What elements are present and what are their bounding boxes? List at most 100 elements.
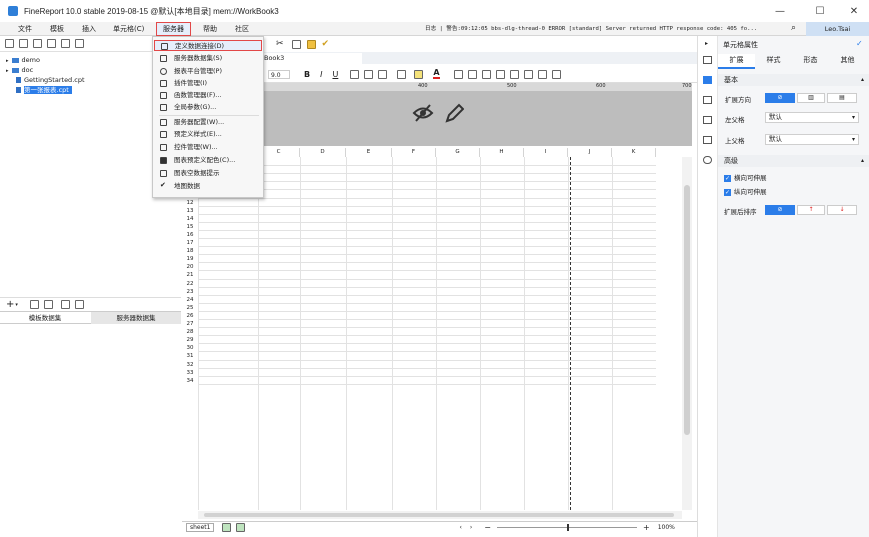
tab-other[interactable]: 其他 bbox=[829, 54, 866, 67]
tab-template-dataset[interactable]: 模板数据集 bbox=[0, 312, 90, 324]
vertical-expand-checkbox[interactable]: ✓ 纵向可伸展 bbox=[724, 188, 767, 197]
menu-chart-color-preset[interactable]: 图表预定义配色(C)... bbox=[154, 155, 262, 166]
column-header-cell[interactable]: C bbox=[258, 148, 300, 157]
chart-icon[interactable] bbox=[495, 69, 505, 79]
tree-file-first-report[interactable]: 第一张报表.cpt bbox=[16, 86, 72, 95]
menu-cell[interactable]: 单元格(C) bbox=[113, 22, 144, 36]
row-number[interactable]: 24 bbox=[182, 296, 198, 304]
row-number[interactable]: 31 bbox=[182, 352, 198, 360]
row-number[interactable]: 26 bbox=[182, 312, 198, 320]
border-icon[interactable] bbox=[397, 69, 407, 79]
menu-platform-management[interactable]: 报表平台管理(P) bbox=[154, 66, 262, 77]
subreport-icon[interactable] bbox=[537, 69, 547, 79]
row-number[interactable]: 27 bbox=[182, 320, 198, 328]
tab-expand[interactable]: 扩展 bbox=[718, 54, 755, 69]
row-number[interactable]: 17 bbox=[182, 239, 198, 247]
column-header-cell[interactable]: F bbox=[392, 148, 436, 157]
section-advanced[interactable]: 高级 ▴ bbox=[718, 155, 869, 167]
menu-global-parameters[interactable]: 全局参数(G)... bbox=[154, 102, 262, 113]
underline-button[interactable]: U bbox=[332, 70, 338, 79]
row-number[interactable]: 30 bbox=[182, 344, 198, 352]
slash-icon[interactable] bbox=[523, 69, 533, 79]
menu-chart-empty-data-tip[interactable]: 图表空数据提示 bbox=[154, 168, 262, 179]
column-header-cell[interactable]: G bbox=[436, 148, 480, 157]
formula-icon[interactable] bbox=[481, 69, 491, 79]
menu-plugin-management[interactable]: 插件管理(I) bbox=[154, 78, 262, 89]
copy-icon[interactable] bbox=[291, 39, 301, 49]
horizontal-scrollbar[interactable] bbox=[198, 511, 682, 519]
column-header-cell[interactable]: H bbox=[480, 148, 524, 157]
font-color-icon[interactable]: A bbox=[433, 69, 440, 79]
hide-eye-icon[interactable] bbox=[412, 103, 434, 123]
scrollbar-thumb[interactable] bbox=[684, 185, 690, 435]
menu-server-dataset[interactable]: 服务器数据集(S) bbox=[154, 53, 262, 64]
widget-icon[interactable] bbox=[551, 69, 561, 79]
row-number[interactable]: 14 bbox=[182, 215, 198, 223]
new-folder-icon[interactable] bbox=[5, 39, 14, 48]
row-number[interactable]: 29 bbox=[182, 336, 198, 344]
scrollbar-thumb[interactable] bbox=[204, 513, 674, 517]
left-parent-select[interactable]: 默认 ▾ bbox=[765, 112, 859, 123]
zoom-slider-handle[interactable] bbox=[567, 523, 569, 531]
hyperlink-icon[interactable] bbox=[703, 136, 712, 144]
row-number[interactable]: 33 bbox=[182, 369, 198, 377]
paste-icon[interactable] bbox=[306, 39, 316, 49]
row-number[interactable]: 28 bbox=[182, 328, 198, 336]
menu-widget-management[interactable]: 控件管理(W)... bbox=[154, 142, 262, 153]
section-basic[interactable]: 基本 ▴ bbox=[718, 74, 869, 86]
cut-icon[interactable]: ✂ bbox=[276, 39, 284, 49]
search-icon[interactable]: ⌕ bbox=[791, 23, 796, 33]
check-icon[interactable]: ✓ bbox=[856, 39, 863, 48]
preview-icon[interactable] bbox=[60, 300, 70, 309]
row-number[interactable]: 16 bbox=[182, 231, 198, 239]
next-sheet-icon[interactable]: › bbox=[470, 524, 472, 531]
column-header-cell[interactable]: E bbox=[346, 148, 392, 157]
direction-none-button[interactable]: ⊘ bbox=[765, 93, 795, 103]
menu-predefined-style[interactable]: 预定义样式(E)... bbox=[154, 129, 262, 140]
fill-color-icon[interactable] bbox=[414, 69, 424, 79]
row-number[interactable]: 12 bbox=[182, 199, 198, 207]
condition-icon[interactable] bbox=[703, 96, 712, 104]
tab-server-dataset[interactable]: 服务器数据集 bbox=[91, 312, 181, 324]
maximize-button[interactable]: ☐ bbox=[806, 0, 834, 22]
row-number[interactable]: 13 bbox=[182, 207, 198, 215]
menu-map-data[interactable]: ✔ 地图数据 bbox=[154, 181, 262, 192]
menu-define-data-connection[interactable]: 定义数据连接(D) bbox=[154, 40, 262, 51]
row-number[interactable]: 25 bbox=[182, 304, 198, 312]
user-name[interactable]: Leo.Tsai bbox=[806, 22, 869, 36]
lock-icon[interactable] bbox=[47, 39, 56, 48]
add-icon[interactable]: + bbox=[6, 299, 14, 310]
align-center-icon[interactable] bbox=[364, 69, 374, 79]
menu-server[interactable]: 服务器 bbox=[156, 22, 191, 36]
menu-file[interactable]: 文件 bbox=[18, 22, 32, 36]
sort-asc-button[interactable]: ↑ bbox=[797, 205, 825, 215]
delete-icon[interactable] bbox=[61, 39, 70, 48]
link-icon[interactable] bbox=[703, 156, 712, 164]
zoom-out-button[interactable]: − bbox=[484, 523, 491, 532]
sort-none-button[interactable]: ⊘ bbox=[765, 205, 795, 215]
tree-folder-doc[interactable]: ▸ doc bbox=[6, 66, 33, 75]
menu-function-manager[interactable]: 函数管理器(F)... bbox=[154, 90, 262, 101]
menu-template[interactable]: 模板 bbox=[50, 22, 64, 36]
row-number[interactable]: 21 bbox=[182, 271, 198, 279]
font-size-select[interactable]: 9.0 bbox=[268, 69, 290, 79]
chevron-down-icon[interactable]: ▾ bbox=[15, 302, 18, 308]
refresh-icon[interactable] bbox=[19, 39, 28, 48]
merge-icon[interactable] bbox=[453, 69, 463, 79]
widget-settings-icon[interactable] bbox=[703, 116, 712, 124]
column-header-cell[interactable]: K bbox=[612, 148, 656, 157]
wrap-icon[interactable] bbox=[467, 69, 477, 79]
folder-icon[interactable] bbox=[33, 39, 42, 48]
italic-button[interactable]: I bbox=[320, 70, 322, 79]
sheet-tab[interactable]: sheet1 bbox=[186, 522, 215, 532]
add-poly-sheet-icon[interactable] bbox=[236, 522, 246, 532]
minimize-button[interactable]: — bbox=[766, 0, 794, 22]
image-icon[interactable] bbox=[509, 69, 519, 79]
row-number[interactable]: 20 bbox=[182, 263, 198, 271]
horizontal-expand-checkbox[interactable]: ✓ 横向可伸展 bbox=[724, 174, 767, 183]
row-number[interactable]: 32 bbox=[182, 361, 198, 369]
edit-pencil-icon[interactable] bbox=[444, 102, 464, 124]
tab-style[interactable]: 样式 bbox=[755, 54, 792, 67]
align-left-icon[interactable] bbox=[350, 69, 360, 79]
column-header-cell[interactable]: J bbox=[568, 148, 612, 157]
